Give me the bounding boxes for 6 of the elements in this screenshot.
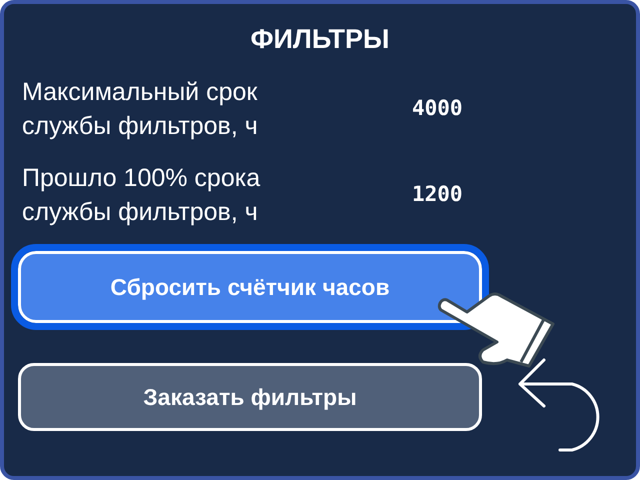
parameter-value: 1200 xyxy=(412,181,463,208)
parameter-value: 4000 xyxy=(412,95,463,122)
action-button[interactable]: Заказать фильтры xyxy=(18,363,482,431)
screen-title: ФИЛЬТРЫ xyxy=(250,26,390,53)
parameter-label: Прошло 100% срока службы фильтров, ч xyxy=(22,163,262,228)
parameter-label: Максимальный срок службы фильтров, ч xyxy=(22,77,259,142)
